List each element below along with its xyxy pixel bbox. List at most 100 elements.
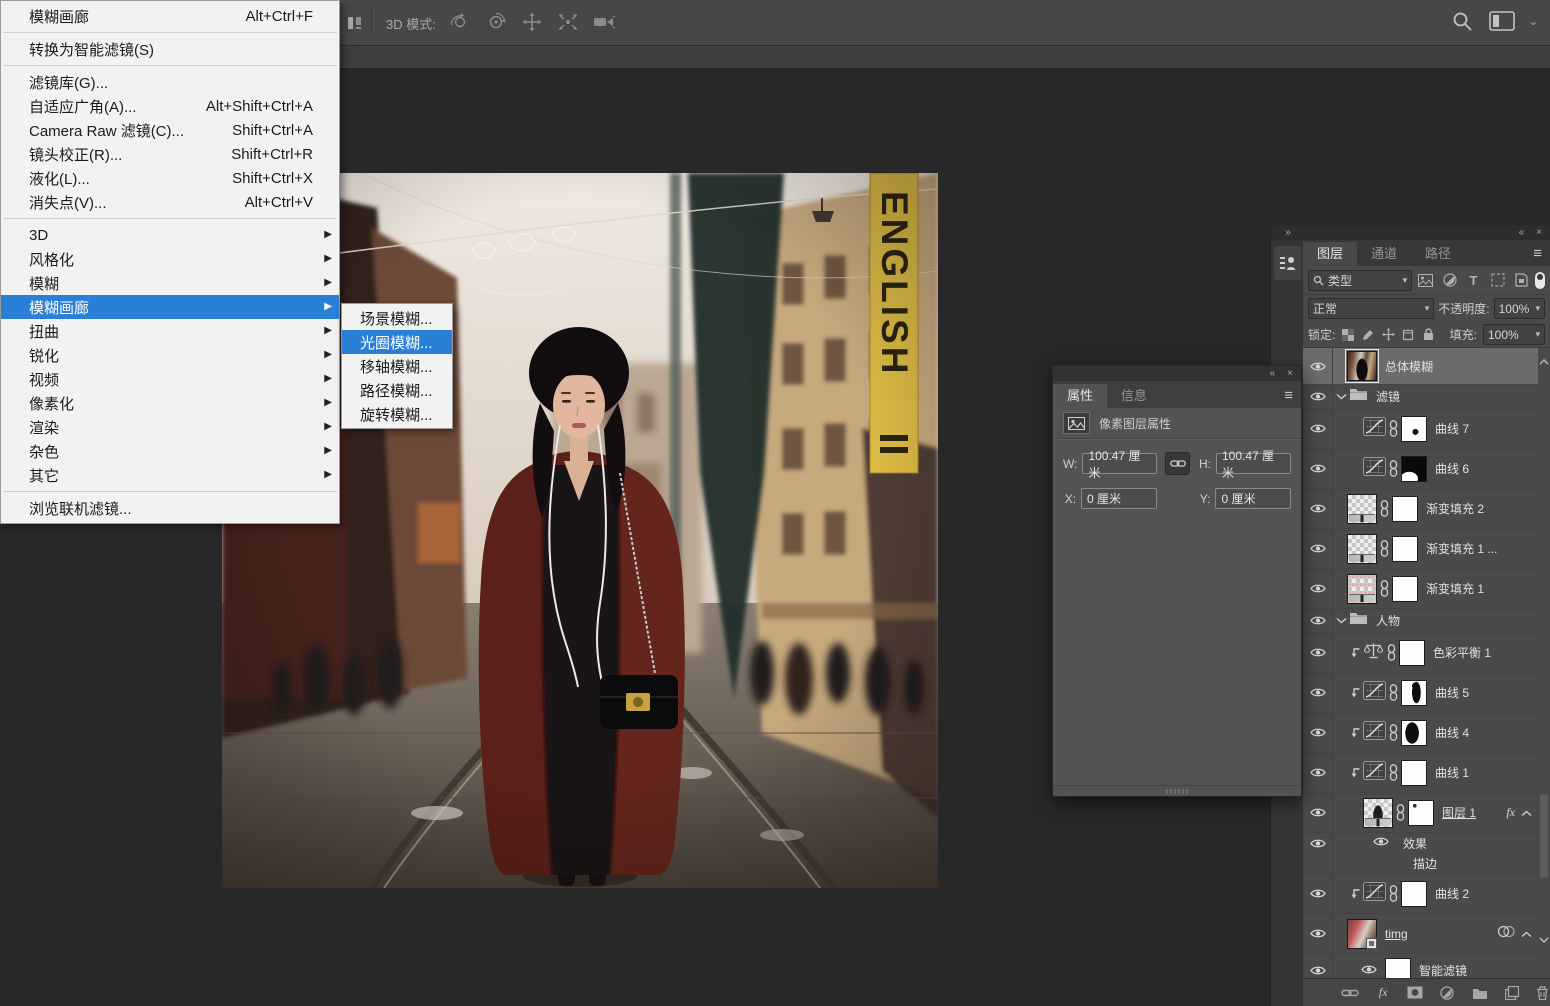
layer-row[interactable]: 曲线 2	[1303, 874, 1538, 914]
tab-properties[interactable]: 属性	[1053, 384, 1107, 408]
curves-adjustment-icon[interactable]	[1363, 681, 1386, 700]
mask-link-icon[interactable]	[1388, 684, 1399, 701]
history-panel-icon[interactable]	[1274, 246, 1301, 280]
new-layer-icon[interactable]	[1505, 984, 1519, 1002]
eye-cell[interactable]	[1303, 853, 1333, 873]
submenu-item[interactable]: 路径模糊...	[342, 378, 452, 402]
layer-mask-thumbnail[interactable]	[1401, 760, 1427, 786]
menu-item[interactable]: 模糊▶	[1, 271, 339, 295]
layer-row[interactable]: 渐变填充 1	[1303, 569, 1538, 609]
menu-item[interactable]: 滤镜库(G)...	[1, 70, 339, 94]
smart-object-thumbnail[interactable]	[1347, 919, 1377, 949]
menu-item[interactable]: 视频▶	[1, 367, 339, 391]
smart-filter-icon[interactable]	[1497, 925, 1515, 938]
lock-artboard-icon[interactable]	[1401, 328, 1415, 342]
layer-mask-thumbnail[interactable]	[1399, 640, 1425, 666]
collapse-smart-filters-chevron[interactable]	[1521, 925, 1532, 943]
chevron-down-icon[interactable]	[1336, 617, 1347, 624]
3d-orbit-icon[interactable]	[448, 10, 472, 34]
mask-link-icon[interactable]	[1389, 724, 1398, 741]
3d-camera-icon[interactable]	[592, 10, 616, 34]
menu-item[interactable]: 扭曲▶	[1, 319, 339, 343]
layer-name[interactable]: 曲线 7	[1435, 420, 1469, 437]
tab-info[interactable]: 信息	[1107, 384, 1161, 408]
layer-row[interactable]: 曲线 6	[1303, 449, 1538, 489]
layer-name[interactable]: 渐变填充 1	[1426, 580, 1484, 597]
mask-link-icon[interactable]	[1386, 644, 1397, 661]
group-folder-icon[interactable]	[1349, 387, 1368, 401]
layer-thumbnail[interactable]	[1363, 798, 1393, 828]
eye-icon[interactable]	[1310, 838, 1326, 849]
curves-adjustment-icon[interactable]	[1363, 882, 1386, 901]
menu-item[interactable]: 液化(L)...Shift+Ctrl+X	[1, 166, 339, 190]
eye-cell[interactable]	[1303, 753, 1333, 792]
layer-mask-thumbnail[interactable]	[1408, 800, 1434, 826]
group-folder-icon[interactable]	[1349, 387, 1368, 406]
layer-row[interactable]: 人物	[1303, 609, 1538, 633]
scroll-up-icon[interactable]	[1539, 352, 1549, 370]
submenu-item[interactable]: 移轴模糊...	[342, 354, 452, 378]
close-icon[interactable]: ×	[1536, 227, 1542, 238]
eye-cell[interactable]	[1303, 793, 1333, 832]
eye-cell[interactable]	[1303, 833, 1333, 853]
eye-icon[interactable]	[1361, 964, 1377, 975]
filter-pixel-layers-icon[interactable]	[1417, 272, 1434, 289]
group-expand-chevron[interactable]	[1333, 393, 1349, 400]
menu-item[interactable]: 其它▶	[1, 463, 339, 487]
menu-item[interactable]: 消失点(V)...Alt+Ctrl+V	[1, 190, 339, 214]
eye-icon[interactable]	[1310, 767, 1326, 778]
layer-thumbnail[interactable]	[1347, 351, 1377, 381]
layer-mask-thumbnail[interactable]	[1401, 720, 1427, 746]
tab-channels[interactable]: 通道	[1357, 242, 1411, 266]
collapse-effects-chevron[interactable]	[1521, 804, 1532, 822]
layer-name[interactable]: timg	[1385, 927, 1408, 941]
effects-eye-icon[interactable]	[1373, 834, 1389, 852]
layer-name[interactable]: 效果	[1403, 835, 1427, 852]
eye-icon[interactable]	[1310, 888, 1326, 899]
mask-link-icon[interactable]	[1380, 500, 1389, 517]
menu-item[interactable]: 浏览联机滤镜...	[1, 496, 339, 520]
submenu-item[interactable]: 场景模糊...	[342, 306, 452, 330]
eye-icon[interactable]	[1310, 463, 1326, 474]
eye-cell[interactable]	[1303, 874, 1333, 913]
scrollbar-thumb[interactable]	[1540, 795, 1548, 877]
link-dimensions-icon[interactable]	[1165, 452, 1190, 475]
fill-value[interactable]: 100%▾	[1483, 324, 1545, 345]
layer-mask-thumbnail[interactable]	[1401, 680, 1427, 706]
eye-cell[interactable]	[1303, 914, 1333, 953]
layer-name[interactable]: 曲线 4	[1435, 724, 1469, 741]
filter-type-layers-icon[interactable]: T	[1465, 272, 1482, 289]
lock-pixels-icon[interactable]	[1361, 328, 1375, 342]
layer-row[interactable]: 总体模糊	[1303, 348, 1538, 385]
layer-row[interactable]: 效果	[1303, 833, 1538, 853]
eye-cell[interactable]	[1303, 569, 1333, 608]
gradient-fill-thumbnail[interactable]	[1347, 574, 1377, 604]
layer-name[interactable]: 渐变填充 1 ...	[1426, 540, 1497, 557]
layer-mask-thumbnail[interactable]	[1392, 576, 1418, 602]
mask-link-icon[interactable]	[1379, 540, 1390, 557]
layer-row[interactable]: 渐变填充 1 ...	[1303, 529, 1538, 569]
y-field[interactable]: 0 厘米	[1215, 488, 1291, 509]
menu-item[interactable]: 转换为智能滤镜(S)	[1, 37, 339, 61]
eye-icon[interactable]	[1310, 361, 1326, 372]
mask-link-icon[interactable]	[1380, 540, 1389, 557]
eye-cell[interactable]	[1303, 348, 1333, 384]
search-icon[interactable]	[1449, 8, 1475, 34]
layer-row[interactable]: 曲线 4	[1303, 713, 1538, 753]
menu-item[interactable]: 像素化▶	[1, 391, 339, 415]
lock-position-icon[interactable]	[1381, 328, 1395, 342]
chevron-up-icon[interactable]	[1521, 931, 1532, 938]
eye-icon[interactable]	[1373, 836, 1389, 847]
layer-row[interactable]: 滤镜	[1303, 385, 1538, 409]
eye-cell[interactable]	[1303, 673, 1333, 712]
curves-adjustment-icon[interactable]	[1363, 417, 1386, 441]
layer-name[interactable]: 曲线 1	[1435, 764, 1469, 781]
mask-link-icon[interactable]	[1388, 460, 1399, 477]
eye-icon[interactable]	[1310, 727, 1326, 738]
curves-adjustment-icon[interactable]	[1363, 721, 1386, 740]
eye-icon[interactable]	[1310, 423, 1326, 434]
menu-item[interactable]: Camera Raw 滤镜(C)...Shift+Ctrl+A	[1, 118, 339, 142]
layer-effects-fx-icon[interactable]: fx	[1506, 805, 1515, 820]
tab-paths[interactable]: 路径	[1411, 242, 1465, 266]
new-group-icon[interactable]	[1472, 984, 1488, 1002]
